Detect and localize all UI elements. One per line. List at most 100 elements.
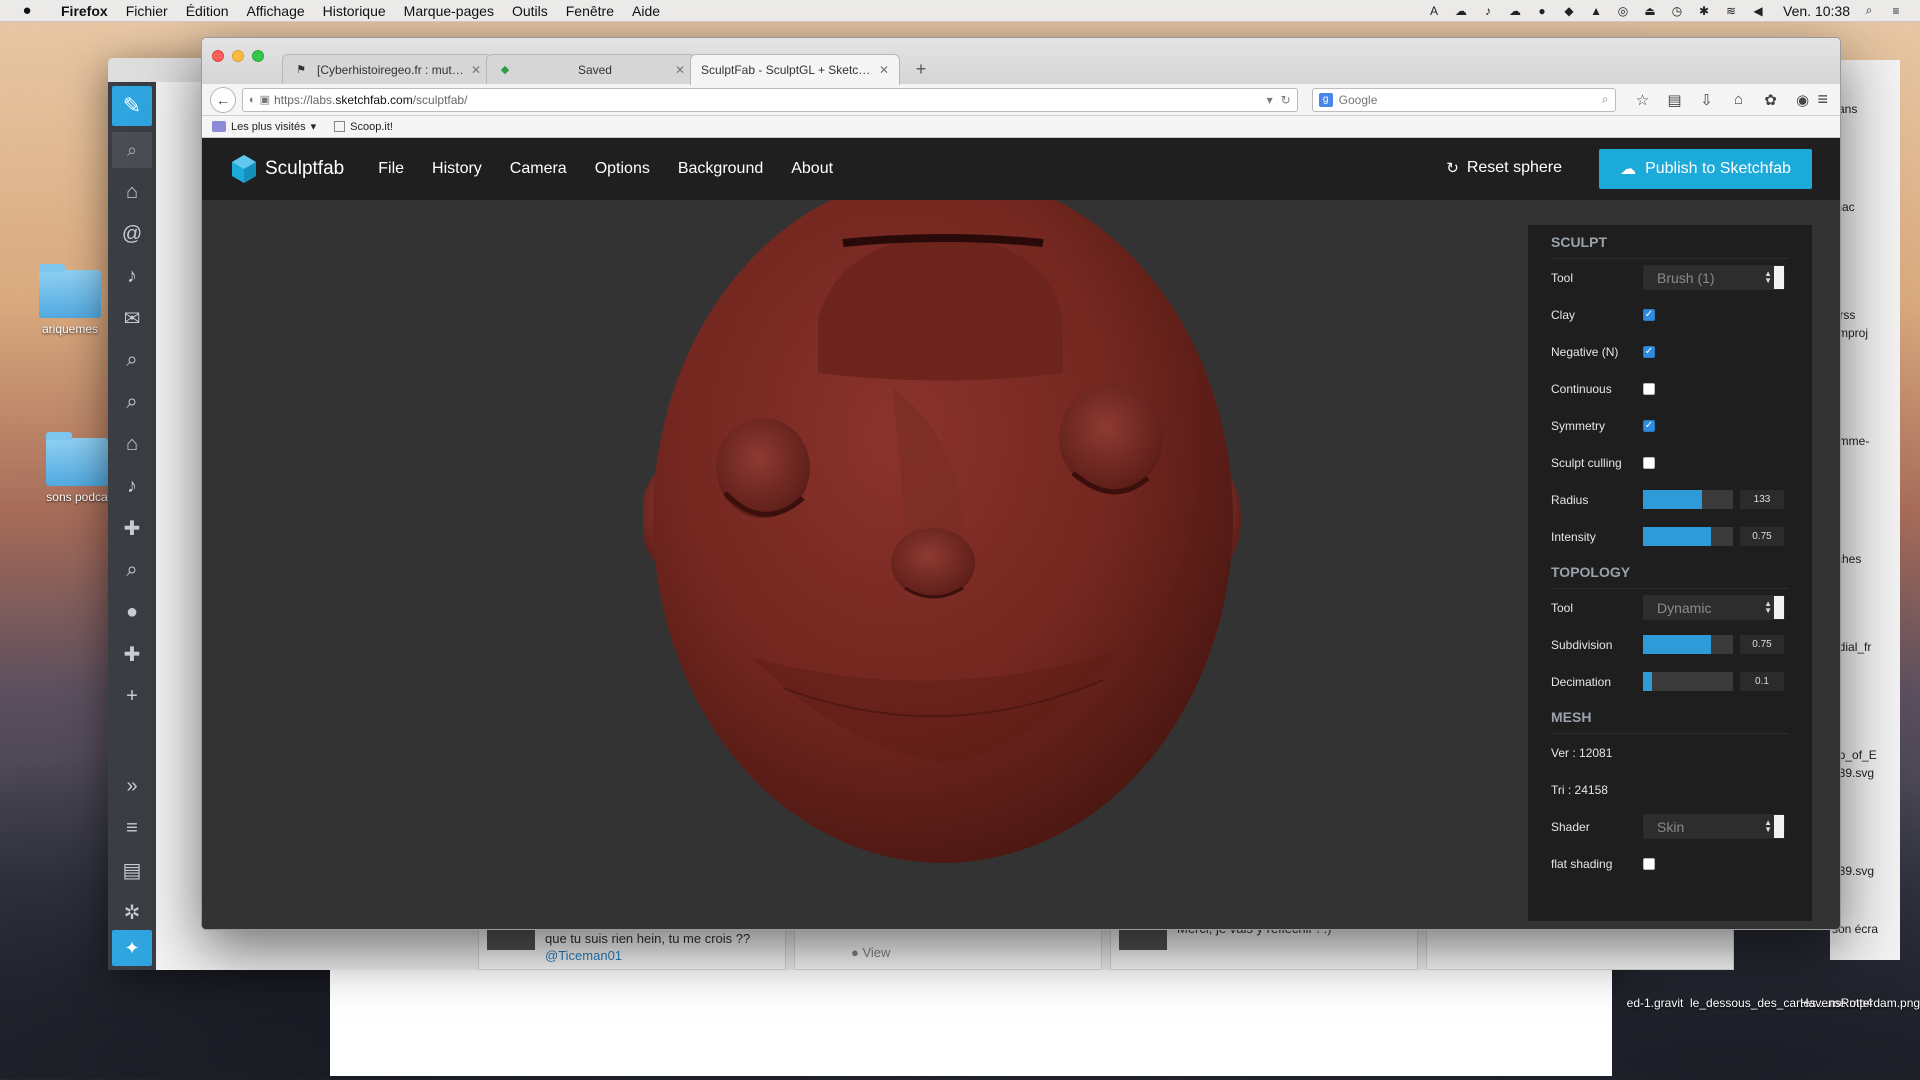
symmetry-checkbox[interactable]: ✓	[1643, 419, 1655, 432]
nav-file[interactable]: File	[378, 160, 404, 178]
twitter-bird-icon[interactable]: ✦	[112, 930, 152, 966]
search-icon[interactable]: ⌕	[112, 132, 152, 168]
search-icon[interactable]: ⌕	[112, 342, 152, 378]
bookmark-scoopit[interactable]: Scoop.it!	[334, 121, 393, 133]
negative-checkbox[interactable]: ✓	[1643, 345, 1655, 358]
expand-icon[interactable]: »	[112, 768, 152, 804]
close-window-button[interactable]	[212, 50, 224, 62]
add-column-icon[interactable]: +	[112, 678, 152, 714]
new-tab-button[interactable]: +	[906, 54, 936, 84]
flat-shading-checkbox[interactable]	[1643, 857, 1655, 870]
sculpt-culling-checkbox[interactable]	[1643, 456, 1655, 469]
reset-sphere-button[interactable]: ↻ Reset sphere	[1446, 159, 1562, 177]
sculptfab-logo[interactable]: Sculptfab	[232, 155, 344, 183]
back-button[interactable]: ←	[210, 86, 236, 113]
tab-cyberhistoiregeo[interactable]: ⚑ [Cyberhistoiregeo.fr : mutua... ✕	[282, 54, 492, 84]
wifi-icon[interactable]: ≋	[1723, 4, 1739, 18]
nav-background[interactable]: Background	[678, 160, 763, 178]
sync-icon[interactable]: ◉	[1794, 91, 1812, 109]
tab-saved[interactable]: ◆ Saved ✕	[486, 54, 696, 84]
follow-icon[interactable]: ✚	[112, 510, 152, 546]
mentions-icon[interactable]: @	[112, 216, 152, 252]
dropdown-arrow-icon[interactable]: ▾	[1267, 93, 1273, 107]
cloud-icon[interactable]: ☁	[1507, 4, 1523, 18]
url-bar[interactable]: ◐ ▣ https://labs.sketchfab.com/sculptfab…	[241, 87, 1298, 112]
home-icon[interactable]: ⌂	[112, 174, 152, 210]
tab-sculptfab[interactable]: SculptFab - SculptGL + Sketchfab ✕	[690, 54, 900, 85]
nav-options[interactable]: Options	[595, 160, 650, 178]
decimation-slider[interactable]	[1643, 672, 1733, 691]
bluetooth-icon[interactable]: ✱	[1696, 4, 1712, 18]
desktop-file-png[interactable]: HavensRotterdam.png	[1800, 996, 1920, 1010]
columns-icon[interactable]: ▤	[112, 852, 152, 888]
time-machine-icon[interactable]: ◷	[1669, 4, 1685, 18]
menu-marque-pages[interactable]: Marque-pages	[395, 3, 503, 19]
search-icon[interactable]: ⌕	[112, 384, 152, 420]
messages-icon[interactable]: ✉	[112, 300, 152, 336]
radius-value-input[interactable]: 133	[1740, 490, 1784, 509]
vpn-icon[interactable]: ◎	[1615, 4, 1631, 18]
decimation-value-input[interactable]: 0.1	[1740, 672, 1784, 691]
notification-center-icon[interactable]: ≡	[1888, 4, 1904, 18]
download-icon[interactable]: ⇩	[1698, 91, 1716, 109]
reload-icon[interactable]: ↻	[1281, 93, 1291, 107]
menu-affichage[interactable]: Affichage	[238, 3, 314, 19]
menu-fichier[interactable]: Fichier	[117, 3, 177, 19]
filter-icon[interactable]: ≡	[112, 810, 152, 846]
drive-icon[interactable]: ▲	[1588, 4, 1604, 18]
search-bar[interactable]: g ⌕	[1311, 87, 1616, 112]
apple-icon[interactable]: ●	[18, 2, 36, 20]
bookmark-star-icon[interactable]: ☆	[1634, 91, 1652, 109]
nav-history[interactable]: History	[432, 160, 482, 178]
nav-about[interactable]: About	[791, 160, 833, 178]
shader-select[interactable]: Skin ▲ ▼	[1643, 814, 1785, 839]
menu-outils[interactable]: Outils	[503, 3, 557, 19]
google-icon[interactable]: g	[1318, 92, 1333, 107]
cloud-icon[interactable]: ☁	[1453, 4, 1469, 18]
sculpted-head-model[interactable]	[643, 200, 1243, 864]
clay-checkbox[interactable]: ✓	[1643, 308, 1655, 321]
spotlight-search-icon[interactable]: ⌕	[1861, 3, 1877, 18]
hamburger-menu-icon[interactable]: ≡	[1818, 89, 1833, 110]
identity-icon[interactable]: ◐	[249, 94, 256, 106]
home-icon[interactable]: ⌂	[1730, 91, 1748, 108]
volume-icon[interactable]: ◀	[1750, 4, 1766, 18]
topology-tool-select[interactable]: Dynamic ▲ ▼	[1643, 595, 1785, 620]
subdivision-slider[interactable]	[1643, 635, 1733, 654]
extension-icon[interactable]: ✿	[1762, 91, 1780, 109]
notifications-icon[interactable]: ♪	[112, 258, 152, 294]
search-icon[interactable]: ⌕	[112, 552, 152, 588]
radius-slider[interactable]	[1643, 490, 1733, 509]
minimize-window-button[interactable]	[232, 50, 244, 62]
tweet-mention-link[interactable]: @Ticeman01	[545, 948, 622, 963]
menu-historique[interactable]: Historique	[314, 3, 395, 19]
menu-aide[interactable]: Aide	[623, 3, 669, 19]
gear-icon[interactable]: ✲	[112, 894, 152, 930]
menu-app-firefox[interactable]: Firefox	[52, 3, 117, 19]
bookmark-most-visited[interactable]: Les plus visités ▾	[212, 120, 316, 133]
tweetdeck-compose-icon[interactable]: ✎	[112, 86, 152, 126]
search-icon[interactable]: ⌕	[1602, 92, 1609, 107]
dropbox-icon[interactable]: ◆	[1561, 4, 1577, 18]
close-tab-icon[interactable]: ✕	[879, 63, 889, 77]
close-tab-icon[interactable]: ✕	[471, 63, 481, 77]
tweet-view-link[interactable]: View	[862, 945, 890, 960]
menu-clock[interactable]: Ven. 10:38	[1783, 3, 1850, 19]
eject-icon[interactable]: ⏏	[1642, 4, 1658, 18]
adobe-icon[interactable]: A	[1426, 4, 1442, 18]
tool-select[interactable]: Brush (1) ▲ ▼	[1643, 265, 1785, 290]
continuous-checkbox[interactable]	[1643, 382, 1655, 395]
subdivision-value-input[interactable]: 0.75	[1740, 635, 1784, 654]
reading-list-icon[interactable]: ▤	[1666, 91, 1684, 109]
close-tab-icon[interactable]: ✕	[675, 63, 685, 77]
menu-edition[interactable]: Édition	[177, 3, 238, 19]
sculpt-viewport[interactable]: SCULPT Tool Brush (1) ▲ ▼ Clay ✓ Negative…	[202, 200, 1840, 929]
notification-icon[interactable]: ♪	[1480, 4, 1496, 18]
desktop-file-mp4[interactable]: le_dessous_des_cartes....me.mp4	[1690, 996, 1873, 1010]
search-input[interactable]	[1338, 92, 1602, 107]
zoom-window-button[interactable]	[252, 50, 264, 62]
evernote-icon[interactable]: ●	[1534, 4, 1550, 18]
user-icon[interactable]: ●	[112, 594, 152, 630]
nav-camera[interactable]: Camera	[510, 160, 567, 178]
intensity-value-input[interactable]: 0.75	[1740, 527, 1784, 546]
